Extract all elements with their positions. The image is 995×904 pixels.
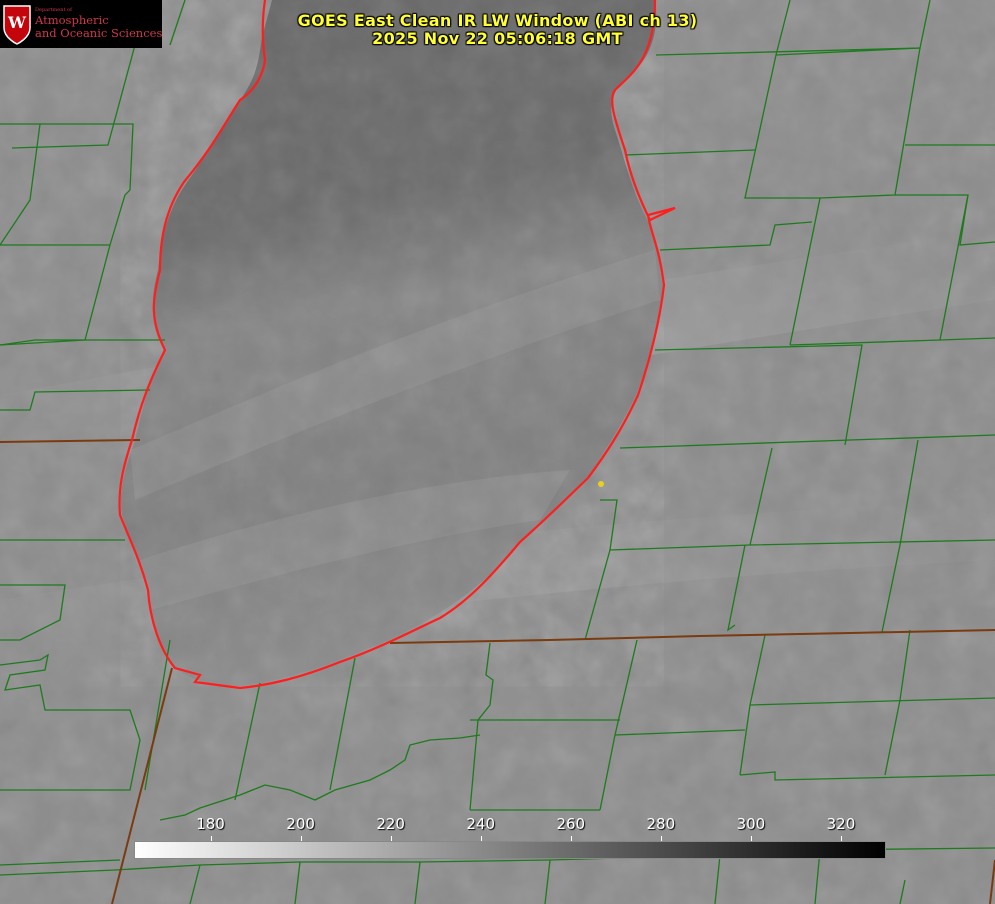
colorbar-tick-label: 200 bbox=[286, 815, 315, 833]
colorbar-tick-label: 300 bbox=[736, 815, 766, 833]
colorbar-tick-label: 240 bbox=[466, 815, 496, 833]
temperature-colorbar bbox=[134, 841, 886, 859]
colorbar-tick-label: 180 bbox=[196, 815, 225, 833]
colorbar-tick-mark bbox=[300, 836, 302, 841]
timestamp: 2025 Nov 22 05:06:18 GMT bbox=[372, 29, 623, 48]
ir-imagery-map bbox=[0, 0, 995, 904]
colorbar-tick-mark bbox=[570, 836, 572, 841]
colorbar-tick-label: 320 bbox=[826, 815, 856, 833]
colorbar-tick-mark bbox=[210, 836, 212, 841]
city-marker bbox=[598, 481, 604, 487]
colorbar-tick-mark bbox=[840, 836, 842, 841]
colorbar-tick-mark bbox=[750, 836, 752, 841]
satellite-map-view: W Department of Atmospheric and Oceanic … bbox=[0, 0, 995, 904]
colorbar-tick-mark bbox=[480, 836, 482, 841]
colorbar-tick-mark bbox=[660, 836, 662, 841]
colorbar-tick-label: 220 bbox=[376, 815, 405, 833]
colorbar-tick-label: 280 bbox=[646, 815, 676, 833]
colorbar-tick-label: 260 bbox=[556, 815, 586, 833]
colorbar-tick-mark bbox=[390, 836, 392, 841]
product-title: GOES East Clean IR LW Window (ABI ch 13) bbox=[297, 11, 698, 30]
